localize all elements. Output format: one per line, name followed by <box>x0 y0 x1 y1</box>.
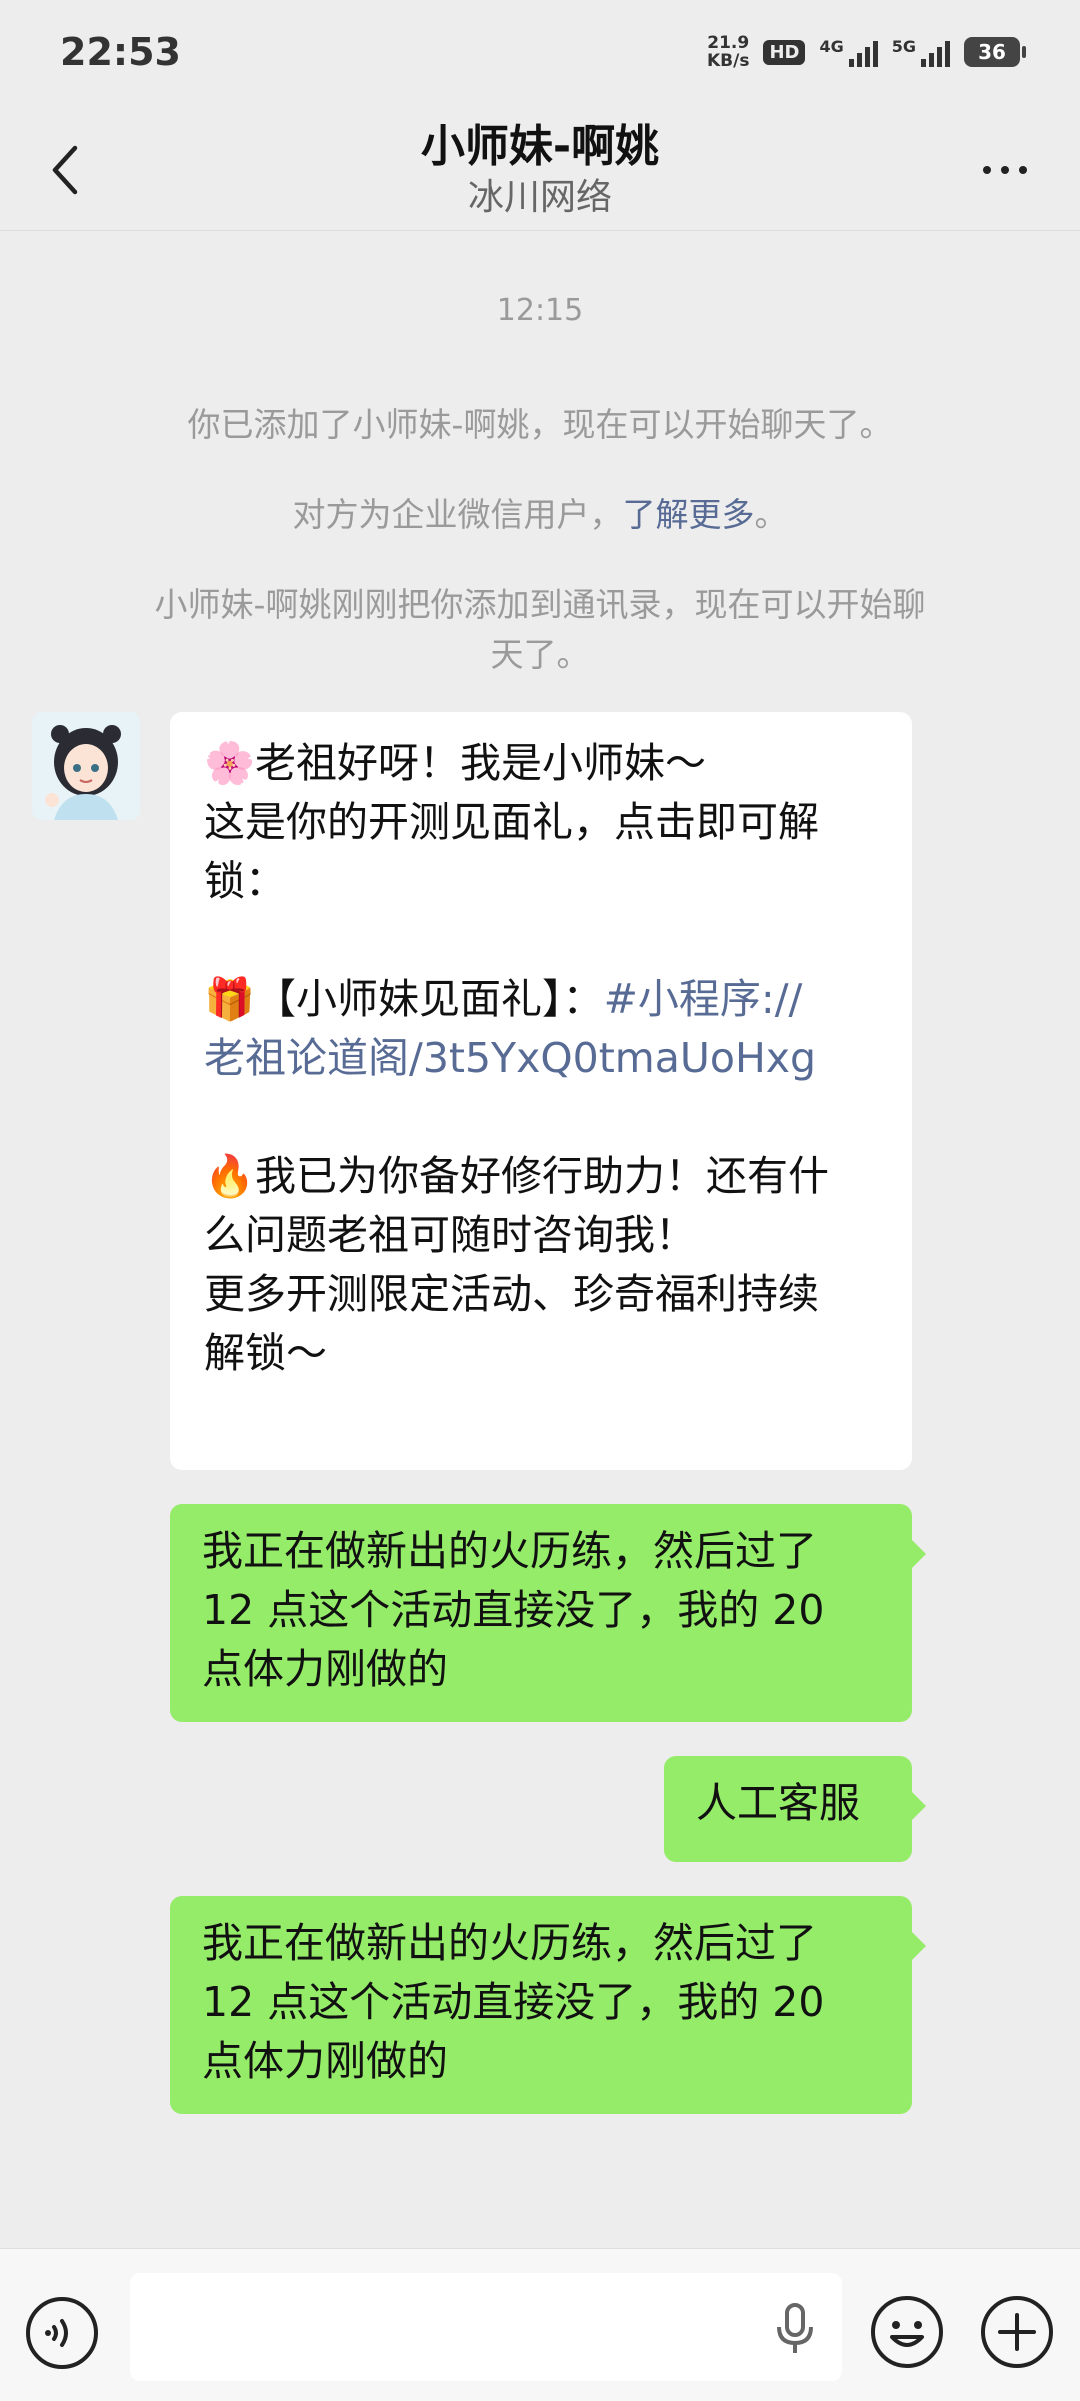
status-icons: 21.9 KB/s HD 4G 5G 36 <box>706 33 1026 71</box>
emoji-button[interactable] <box>868 2293 946 2371</box>
more-functions-button[interactable] <box>978 2293 1056 2371</box>
contact-avatar[interactable] <box>32 712 140 820</box>
battery-icon: 36 <box>964 37 1026 67</box>
network-speed: 21.9 KB/s <box>706 33 750 71</box>
voice-button[interactable] <box>24 2295 100 2371</box>
more-icon <box>983 166 1027 174</box>
system-message-enterprise: 对方为企业微信用户，了解更多。 <box>292 495 788 534</box>
plus-icon <box>981 2296 1053 2368</box>
back-button[interactable] <box>30 130 100 210</box>
miniprogram-link[interactable]: #小程序:// <box>604 975 803 1023</box>
incoming-message-bubble[interactable]: 🌸老祖好呀！我是小师妹～ 这是你的开测见面礼，点击即可解 锁： 🎁【小师妹见面礼… <box>170 712 912 1470</box>
back-icon <box>52 145 78 195</box>
signal-5g-icon: 5G <box>892 37 950 67</box>
chat-header: 小师妹-啊姚 冰川网络 <box>0 110 1080 231</box>
emoji-icon <box>871 2296 943 2368</box>
learn-more-link[interactable]: 了解更多 <box>623 495 755 534</box>
chat-subtitle: 冰川网络 <box>467 177 612 218</box>
system-message-added: 你已添加了小师妹-啊姚，现在可以开始聊天了。 <box>187 405 893 444</box>
avatar-image <box>32 712 140 820</box>
status-time: 22:53 <box>60 30 181 74</box>
chat-timestamp: 12:15 <box>496 293 584 328</box>
outgoing-message-bubble[interactable]: 我正在做新出的火历练，然后过了 12 点这个活动直接没了，我的 20 点体力刚做… <box>170 1896 926 2114</box>
signal-4g-icon: 4G <box>819 37 878 67</box>
hd-icon: HD <box>763 39 806 65</box>
input-bar <box>0 2248 1080 2401</box>
outgoing-message-bubble[interactable]: 人工客服 <box>664 1756 926 1862</box>
miniprogram-link-continued[interactable]: 老祖论道阁/3t5YxQ0tmaUoHxg <box>204 1029 878 1088</box>
more-button[interactable] <box>970 140 1040 200</box>
chat-title: 小师妹-啊姚 <box>420 121 660 172</box>
outgoing-message-bubble[interactable]: 我正在做新出的火历练，然后过了 12 点这个活动直接没了，我的 20 点体力刚做… <box>170 1504 926 1722</box>
system-message-contacts: 小师妹-啊姚刚刚把你添加到通讯录，现在可以开始聊 天了。 <box>154 585 926 674</box>
voice-icon <box>26 2297 98 2369</box>
mic-button[interactable] <box>770 2299 820 2359</box>
mic-icon <box>777 2303 813 2353</box>
status-bar: 22:53 21.9 KB/s HD 4G 5G 36 <box>0 0 1080 110</box>
message-input[interactable] <box>130 2273 842 2381</box>
